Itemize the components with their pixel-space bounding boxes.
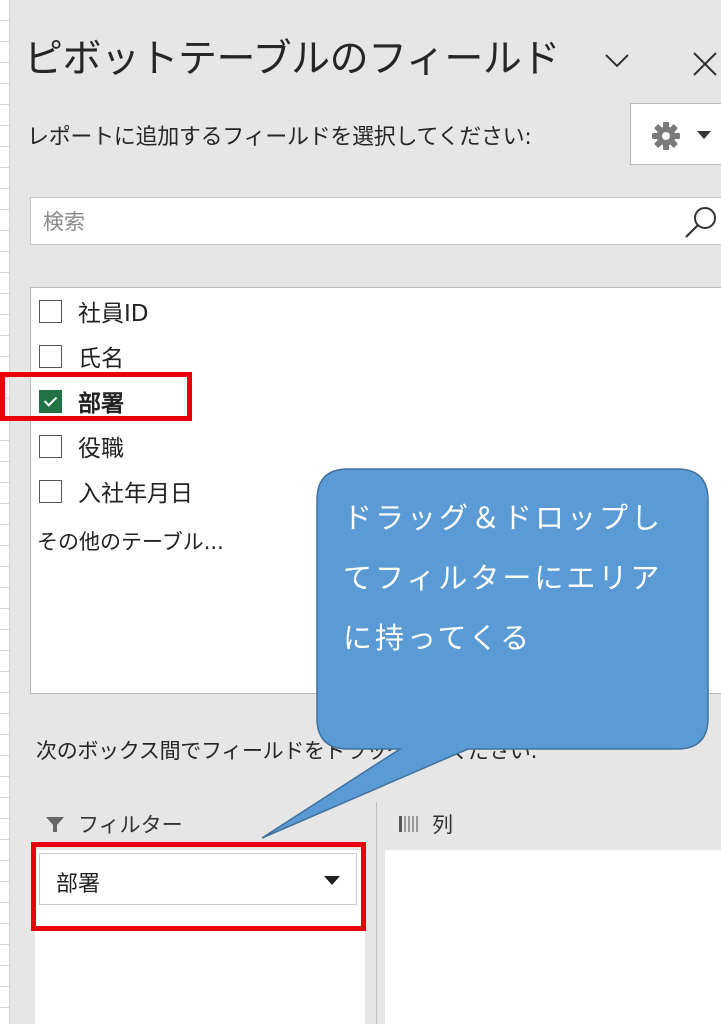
filter-item-department[interactable]: 部署 [39,853,357,905]
collapse-button[interactable] [600,44,634,78]
columns-icon [399,816,418,832]
drag-hint-text: 次のボックス間でフィールドをドラッグしてください: [36,739,538,763]
filter-icon [46,817,64,832]
filter-area-label: フィルター [78,813,183,837]
callout-line: に持ってくる [343,621,533,655]
search-input[interactable] [41,206,665,238]
field-item-name[interactable]: 氏名 [39,341,124,372]
search-field[interactable] [30,197,721,245]
filter-item-label: 部署 [56,872,101,897]
callout-line: ドラッグ＆ドロップし [343,501,664,535]
columns-area-label: 列 [432,813,453,837]
filter-area-header: フィルター [44,808,183,840]
columns-area-header: 列 [398,808,453,840]
pane-subtitle: レポートに追加するフィールドを選択してください: [27,125,532,150]
field-label: 部署 [78,391,124,417]
field-item-hire-date[interactable]: 入社年月日 [39,476,193,507]
field-item-department[interactable]: 部署 [39,386,124,417]
field-checkbox[interactable] [39,434,62,458]
field-item-employee-id[interactable]: 社員ID [39,296,149,327]
field-checkbox[interactable] [39,344,62,368]
dropdown-caret-icon[interactable] [324,876,340,885]
field-label: 役職 [78,436,124,462]
caret-down-icon [697,131,711,139]
field-item-position[interactable]: 役職 [39,431,124,462]
worksheet-edge [0,0,10,1024]
close-button[interactable] [686,44,718,78]
field-label: 氏名 [78,346,124,372]
field-checkbox[interactable] [39,299,62,323]
chevron-down-icon [605,54,629,68]
tools-dropdown-button[interactable] [630,103,721,165]
filter-drop-zone[interactable]: 部署 [35,850,365,1024]
callout-line: てフィルターにエリア [343,561,663,595]
gear-icon [652,122,680,150]
search-icon[interactable] [681,204,719,240]
columns-drop-zone[interactable] [385,850,721,1024]
field-checkbox[interactable] [39,479,62,503]
area-divider [376,802,377,1024]
close-icon [693,52,717,76]
field-label: 社員ID [78,301,149,327]
callout-text: ドラッグ＆ドロップし てフィルターにエリア に持ってくる [343,488,693,668]
field-checkbox-checked[interactable] [39,389,62,413]
field-label: 入社年月日 [78,481,193,507]
pane-title: ピボットテーブルのフィールド [24,37,560,82]
more-tables-link[interactable]: その他のテーブル... [37,526,224,556]
